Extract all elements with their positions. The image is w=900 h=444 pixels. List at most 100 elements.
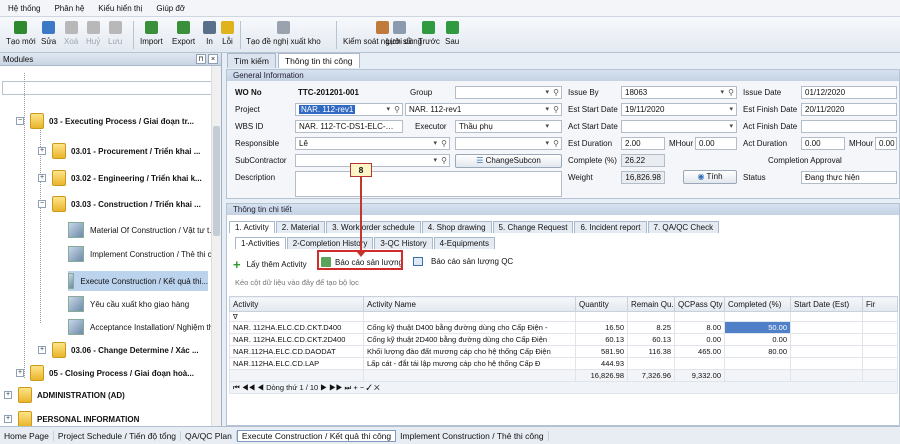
tab-detail-1[interactable]: 1. Activity <box>229 221 275 233</box>
filter-cell[interactable] <box>790 311 863 322</box>
table-cell[interactable]: 8.25 <box>627 321 675 334</box>
filter-cell[interactable] <box>627 311 675 322</box>
toolbar-lịch-sử-button[interactable]: Lịch sử <box>386 19 412 51</box>
filter-cell[interactable] <box>724 311 791 322</box>
filter-cell[interactable] <box>575 311 628 322</box>
subcontractor-field[interactable]: ▾ ⚲ <box>295 154 450 167</box>
toolbar-export-button[interactable]: Export <box>172 19 195 51</box>
tree-item[interactable]: 03.02 - Engineering / Triển khai k... <box>52 170 202 186</box>
table-cell[interactable]: NAR. 112HA.ELC.CD.CKT.2D400 <box>229 333 364 346</box>
table-cell[interactable] <box>790 321 863 334</box>
column-header[interactable]: QCPass Qty <box>674 296 725 312</box>
tab-construction-info[interactable]: Thông tin thi công <box>277 53 360 68</box>
table-cell[interactable]: 581.90 <box>575 345 628 358</box>
description-field[interactable] <box>295 171 562 197</box>
bottom-tab-5[interactable]: Implement Construction / Thẻ thi công <box>396 430 549 441</box>
tab-detail-2[interactable]: 2. Material <box>275 221 326 233</box>
tab-activity-sub-1[interactable]: 1-Activities <box>235 237 286 249</box>
filter-cell[interactable]: ∇ <box>229 311 364 322</box>
menu-modules[interactable]: Phân hệ <box>54 4 84 13</box>
column-header[interactable]: Activity <box>229 296 364 312</box>
table-cell[interactable]: 50.00 <box>724 321 791 334</box>
pager-nav-icon[interactable]: ▶ ▶▶ ⏭ + − ✓ ✕ <box>318 383 379 392</box>
pager-nav-icon[interactable]: ⏮ ◀◀ ◀ <box>233 383 266 392</box>
status-field[interactable]: Đang thực hiện <box>801 171 897 184</box>
modules-search-input[interactable] <box>2 81 220 95</box>
toolbar-tạo-mới-button[interactable]: Tạo mới <box>6 19 36 51</box>
tab-detail-6[interactable]: 6. Incident report <box>574 221 647 233</box>
mhour-field-2[interactable]: 0.00 <box>875 137 897 150</box>
tree-item[interactable]: PERSONAL INFORMATION <box>18 411 139 427</box>
toolbar-sau-button[interactable]: Sau <box>445 19 459 51</box>
table-cell[interactable]: 465.00 <box>674 345 725 358</box>
table-cell[interactable]: 60.13 <box>627 333 675 346</box>
tree-item[interactable]: 03.01 - Procurement / Triển khai ... <box>52 143 200 159</box>
tree-item[interactable]: Acceptance Installation/ Nghiệm th... <box>68 319 220 335</box>
tree-item[interactable]: 03.06 - Change Determine / Xác ... <box>52 342 199 358</box>
table-cell[interactable] <box>862 357 898 370</box>
tree-item[interactable]: 05 - Closing Process / Giai đoạn hoà... <box>30 365 194 381</box>
tree-item[interactable]: Material Of Construction / Vật tư t... <box>68 222 216 238</box>
tree-item[interactable]: Yêu cầu xuất kho giao hàng <box>68 296 189 312</box>
table-cell[interactable]: Lấp cát - đắt tái lập mương cáp cho hệ t… <box>363 357 576 370</box>
qc-report-button[interactable]: Báo cáo sản lượng QC <box>413 257 513 266</box>
table-cell[interactable]: 16.50 <box>575 321 628 334</box>
act-start-field[interactable]: ▾ <box>621 120 737 133</box>
bottom-tab-2[interactable]: Project Schedule / Tiến độ tổng <box>54 430 182 441</box>
table-cell[interactable]: 8.00 <box>674 321 725 334</box>
toolbar-huỷ-button[interactable]: Huỷ <box>86 19 100 51</box>
table-cell[interactable] <box>674 357 725 370</box>
est-finish-field[interactable]: 20/11/2020 <box>801 103 897 116</box>
filter-cell[interactable] <box>862 311 898 322</box>
est-start-field[interactable]: 19/11/2020 ▾ <box>621 103 737 116</box>
tab-detail-7[interactable]: 7. QA/QC Check <box>647 221 720 233</box>
mhour-field-1[interactable]: 0.00 <box>695 137 737 150</box>
issue-date-field[interactable]: 01/12/2020 <box>801 86 897 99</box>
tree-item[interactable]: 03.03 - Construction / Triển khai ... <box>52 196 201 212</box>
table-cell[interactable]: Cống kỹ thuật 2D400 bằng đường dùng cho … <box>363 333 576 346</box>
column-header[interactable]: Activity Name <box>363 296 576 312</box>
est-duration-field[interactable]: 2.00 <box>621 137 665 150</box>
expand-icon[interactable]: + <box>38 147 46 155</box>
add-activity-button[interactable]: + Lấy thêm Activity <box>233 257 307 272</box>
table-row[interactable]: NAR. 112HA.ELC.CD.CKT.D400 Cống kỹ thuật … <box>229 321 898 334</box>
tab-activity-sub-4[interactable]: 4-Equipments <box>433 237 495 249</box>
menu-system[interactable]: Hệ thống <box>8 4 40 13</box>
tab-detail-4[interactable]: 4. Shop drawing <box>421 221 492 233</box>
tab-detail-3[interactable]: 3. Work order schedule <box>326 221 421 233</box>
tab-search[interactable]: Tìm kiếm <box>227 53 276 68</box>
menu-help[interactable]: Giúp đỡ <box>156 4 185 13</box>
toolbar-lưu-button[interactable]: Lưu <box>108 19 122 51</box>
table-row[interactable]: NAR.112HA.ELC.CD.LAP Lấp cát - đắt tái lậ… <box>229 357 898 370</box>
column-header[interactable]: Fir <box>862 296 898 312</box>
table-cell[interactable] <box>790 357 863 370</box>
table-cell[interactable]: 0.00 <box>674 333 725 346</box>
table-cell[interactable]: 0.00 <box>724 333 791 346</box>
expand-icon[interactable]: + <box>4 415 12 423</box>
table-cell[interactable]: 60.13 <box>575 333 628 346</box>
modules-scrollbar[interactable] <box>211 66 221 426</box>
act-finish-field[interactable] <box>801 120 897 133</box>
table-row[interactable]: NAR. 112HA.ELC.CD.CKT.2D400 Cống kỹ thuật… <box>229 333 898 346</box>
group-field[interactable]: ▾ ⚲ <box>455 86 562 99</box>
expand-icon[interactable]: + <box>38 346 46 354</box>
column-header[interactable]: Remain Qu... <box>627 296 675 312</box>
toolbar-lỗi-button[interactable]: Lỗi <box>221 19 234 51</box>
bottom-tab-3[interactable]: QA/QC Plan <box>181 430 237 441</box>
toolbar-sửa-button[interactable]: Sửa <box>41 19 56 51</box>
expand-icon[interactable]: + <box>38 174 46 182</box>
column-header[interactable]: Start Date (Est) <box>790 296 863 312</box>
filter-cell[interactable] <box>363 311 576 322</box>
table-cell[interactable] <box>790 333 863 346</box>
expand-icon[interactable]: + <box>16 369 24 377</box>
menu-view[interactable]: Kiểu hiển thị <box>98 4 142 13</box>
table-cell[interactable] <box>862 321 898 334</box>
table-cell[interactable] <box>627 357 675 370</box>
column-header[interactable]: Completed (%) <box>724 296 791 312</box>
table-cell[interactable]: 444.93 <box>575 357 628 370</box>
act-duration-field[interactable]: 0.00 <box>801 137 845 150</box>
tab-detail-5[interactable]: 5. Change Request <box>492 221 574 233</box>
toolbar-in-button[interactable]: In <box>203 19 216 51</box>
wbs-field[interactable]: NAR. 112-TC-DS1-ELC-… <box>295 120 403 133</box>
collapse-icon[interactable]: − <box>16 117 24 125</box>
